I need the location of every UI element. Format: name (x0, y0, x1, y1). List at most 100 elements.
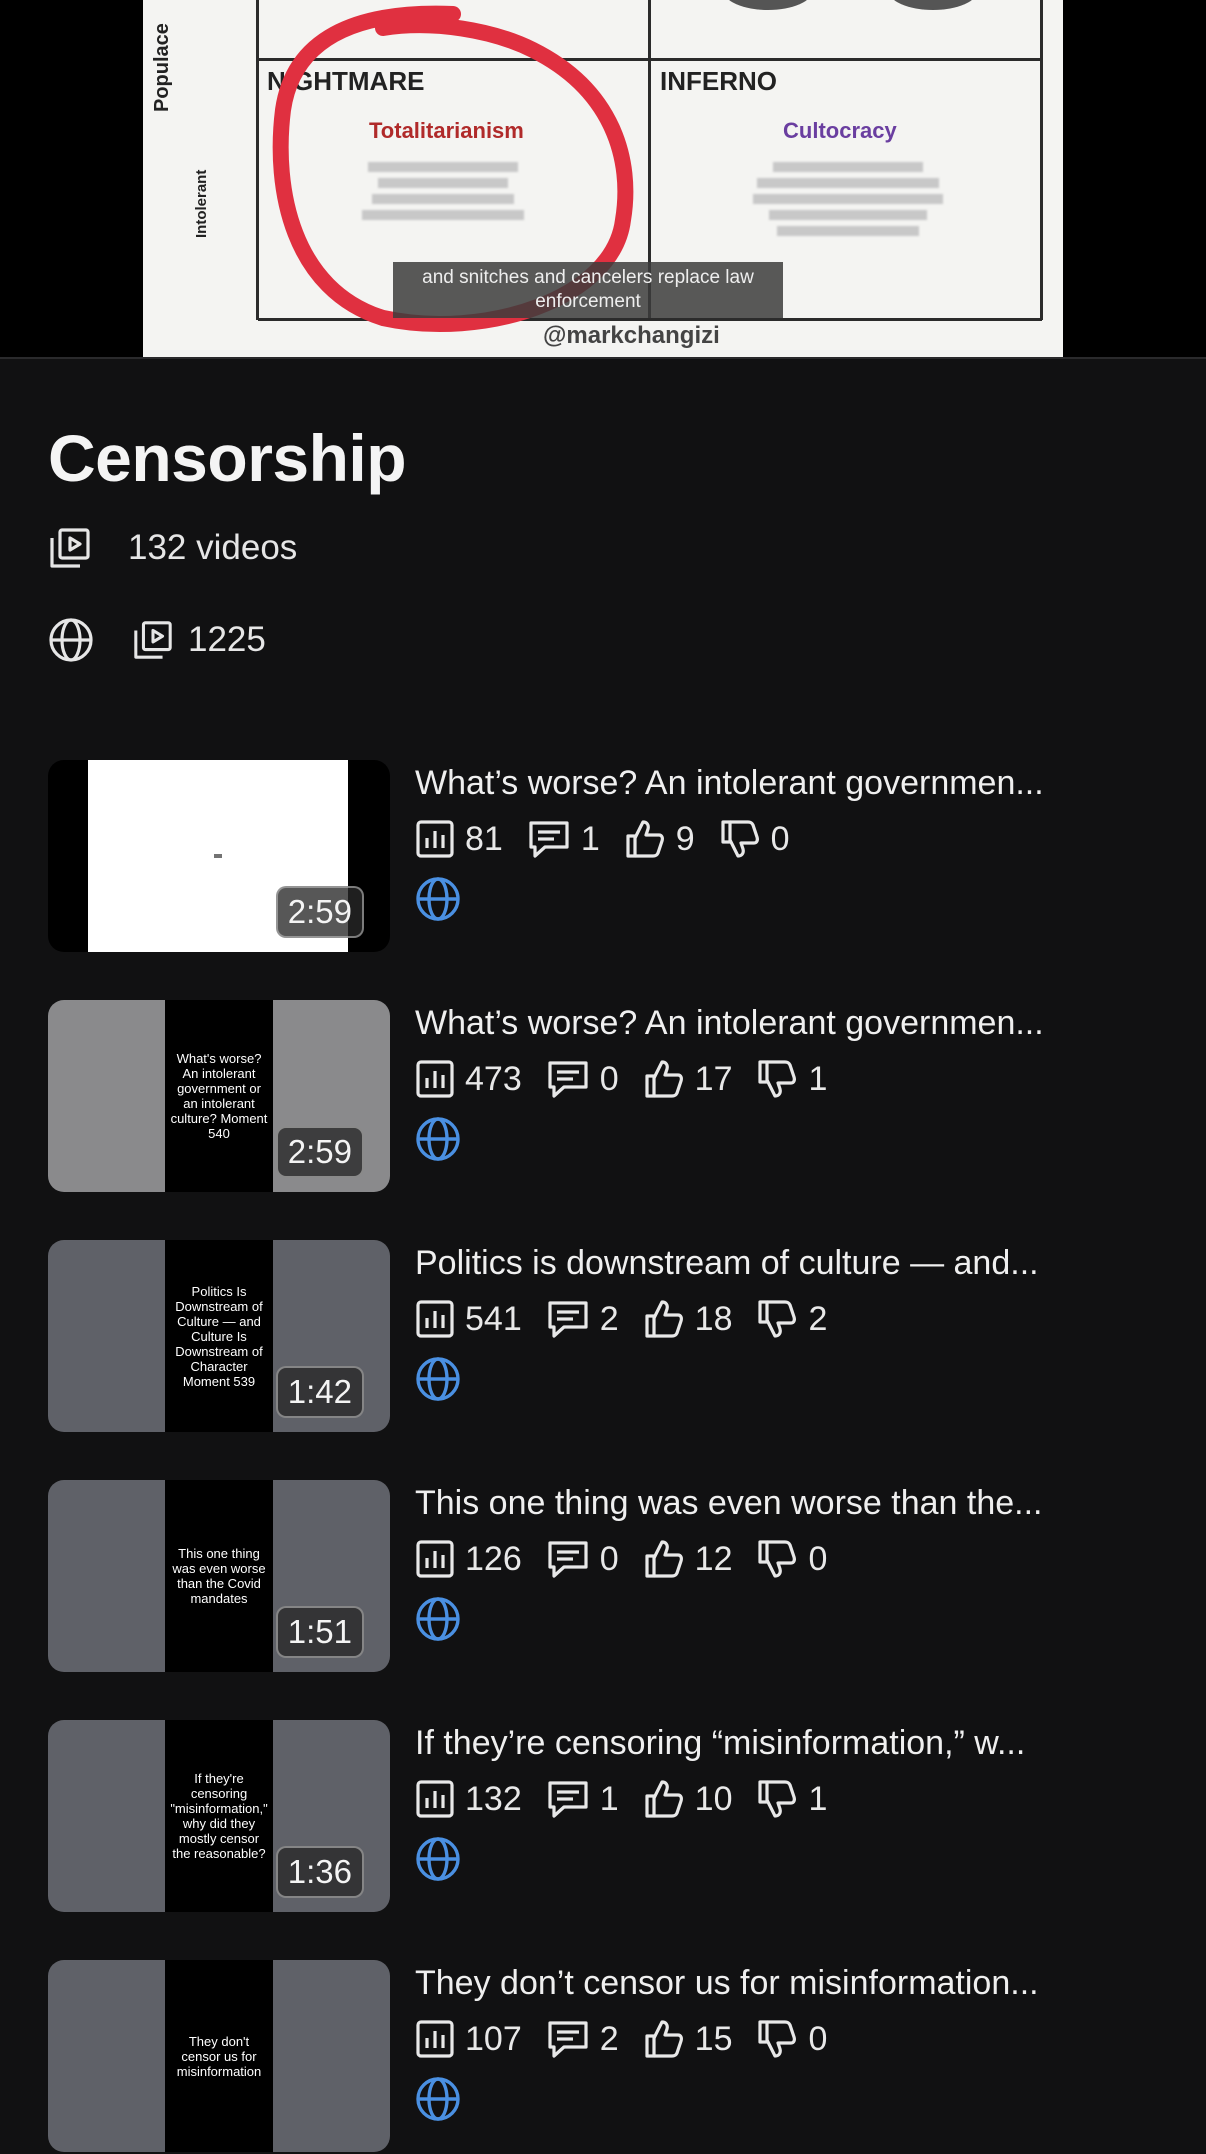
visibility-row: 1225 (48, 617, 266, 663)
dislike-icon (756, 1778, 798, 1820)
comment-icon (546, 1299, 590, 1339)
dislike-count: 1 (808, 1059, 828, 1098)
visibility-public (415, 1596, 1175, 1644)
thumbnail-image: Politics Is Downstream of Culture — and … (165, 1240, 273, 1432)
video-count: 132 videos (128, 528, 298, 567)
view-count: 541 (465, 1299, 522, 1338)
view-count: 473 (465, 1059, 522, 1098)
visibility-public (415, 2076, 1175, 2124)
video-stats: 541 2 18 2 (415, 1292, 1175, 1346)
visibility-public (415, 1116, 1175, 1164)
video-title[interactable]: What’s worse? An intolerant governmen... (415, 760, 1175, 806)
divider (0, 357, 1206, 359)
video-caption: and snitches and cancelers replace law e… (393, 262, 783, 318)
video-list-item[interactable]: They don't censor us for misinformation … (48, 1960, 1168, 2154)
row-label-intolerant: Intolerant (193, 169, 210, 238)
views-icon (415, 1059, 455, 1099)
dislike-count: 0 (808, 1539, 828, 1578)
video-title[interactable]: What’s worse? An intolerant governmen... (415, 1000, 1175, 1046)
like-count: 12 (694, 1539, 733, 1578)
video-list-item[interactable]: What's worse? An intolerant government o… (48, 1000, 1168, 1194)
video-info: If they’re censoring “misinformation,” w… (415, 1720, 1175, 1884)
like-icon (643, 1298, 685, 1340)
dislike-icon (756, 1538, 798, 1580)
views-icon (415, 1779, 455, 1819)
video-list-item[interactable]: This one thing was even worse than the C… (48, 1480, 1168, 1674)
thumbnail-caption: They don't censor us for misinformation (165, 2031, 273, 2081)
dislike-count: 1 (808, 1779, 828, 1818)
dislike-count: 0 (808, 2019, 828, 2058)
axis-label-populace: Populace (151, 23, 173, 112)
comment-count: 0 (599, 1059, 619, 1098)
video-thumbnail[interactable]: They don't censor us for misinformation (48, 1960, 390, 2152)
comment-icon (546, 1539, 590, 1579)
like-count: 18 (694, 1299, 733, 1338)
video-title[interactable]: They don’t censor us for misinformation.… (415, 1960, 1175, 2006)
video-title[interactable]: If they’re censoring “misinformation,” w… (415, 1720, 1175, 1766)
matrix-divider (1040, 0, 1043, 320)
heading-cultocracy: Cultocracy (783, 118, 897, 143)
video-thumbnail[interactable]: This one thing was even worse than the C… (48, 1480, 390, 1672)
like-count: 9 (675, 819, 695, 858)
globe-icon (415, 1356, 461, 1402)
playlist-icon (48, 526, 92, 570)
video-duration: 2:59 (275, 1126, 364, 1178)
video-list-item[interactable]: If they're censoring "misinformation," w… (48, 1720, 1168, 1914)
thumbnail-image: They don't censor us for misinformation (165, 1960, 273, 2152)
visibility-public (415, 876, 1175, 924)
comment-count: 1 (580, 819, 600, 858)
like-icon (643, 1778, 685, 1820)
views-icon (415, 1539, 455, 1579)
video-list-item[interactable]: 2:59 What’s worse? An intolerant governm… (48, 760, 1168, 954)
circle-decoration (723, 0, 813, 10)
globe-icon (415, 2076, 461, 2122)
video-count-row: 132 videos (48, 526, 297, 570)
globe-icon (415, 1116, 461, 1162)
view-count: 107 (465, 2019, 522, 2058)
video-duration: 2:59 (275, 886, 364, 938)
globe-icon (415, 1836, 461, 1882)
quadrant-label-inferno: INFERNO (660, 66, 777, 96)
video-stats: 81 1 9 0 (415, 812, 1175, 866)
dislike-icon (756, 2018, 798, 2060)
comment-count: 1 (599, 1779, 619, 1818)
video-thumbnail[interactable]: Politics Is Downstream of Culture — and … (48, 1240, 390, 1432)
circle-decoration (888, 0, 978, 10)
video-info: This one thing was even worse than the..… (415, 1480, 1175, 1644)
video-title[interactable]: This one thing was even worse than the..… (415, 1480, 1175, 1526)
thumbnail-caption: Politics Is Downstream of Culture — and … (165, 1281, 273, 1391)
dislike-icon (756, 1298, 798, 1340)
video-info: What’s worse? An intolerant governmen...… (415, 760, 1175, 924)
comment-count: 2 (599, 1299, 619, 1338)
video-thumbnail[interactable]: What's worse? An intolerant government o… (48, 1000, 390, 1192)
view-count: 132 (465, 1779, 522, 1818)
dislike-count: 0 (770, 819, 790, 858)
visibility-public (415, 1836, 1175, 1884)
playlist-cover[interactable]: Populace Intolerant NIGHTMARE INFERNO To… (0, 0, 1206, 357)
like-icon (643, 1058, 685, 1100)
page-title: Censorship (48, 421, 407, 495)
playlist-icon (132, 619, 174, 661)
comment-count: 2 (599, 2019, 619, 2058)
video-list-item[interactable]: Politics Is Downstream of Culture — and … (48, 1240, 1168, 1434)
video-duration: 1:51 (275, 1606, 364, 1658)
thumbnail-caption: This one thing was even worse than the C… (165, 1544, 273, 1608)
like-count: 10 (694, 1779, 733, 1818)
video-duration: 1:36 (275, 1846, 364, 1898)
video-stats: 132 1 10 1 (415, 1772, 1175, 1826)
video-thumbnail[interactable]: 2:59 (48, 760, 390, 952)
comment-icon (546, 2019, 590, 2059)
video-title[interactable]: Politics is downstream of culture — and.… (415, 1240, 1175, 1286)
dislike-icon (756, 1058, 798, 1100)
cover-image: Populace Intolerant NIGHTMARE INFERNO To… (143, 0, 1063, 357)
view-count: 81 (465, 819, 503, 858)
video-stats: 473 0 17 1 (415, 1052, 1175, 1106)
video-thumbnail[interactable]: If they're censoring "misinformation," w… (48, 1720, 390, 1912)
video-duration: 1:42 (275, 1366, 364, 1418)
thumbnail-caption: If they're censoring "misinformation," w… (165, 1769, 273, 1863)
dislike-count: 2 (808, 1299, 828, 1338)
views-icon (415, 2019, 455, 2059)
thumbnail-image: This one thing was even worse than the C… (165, 1480, 273, 1672)
comment-count: 0 (599, 1539, 619, 1578)
video-info: What’s worse? An intolerant governmen...… (415, 1000, 1175, 1164)
